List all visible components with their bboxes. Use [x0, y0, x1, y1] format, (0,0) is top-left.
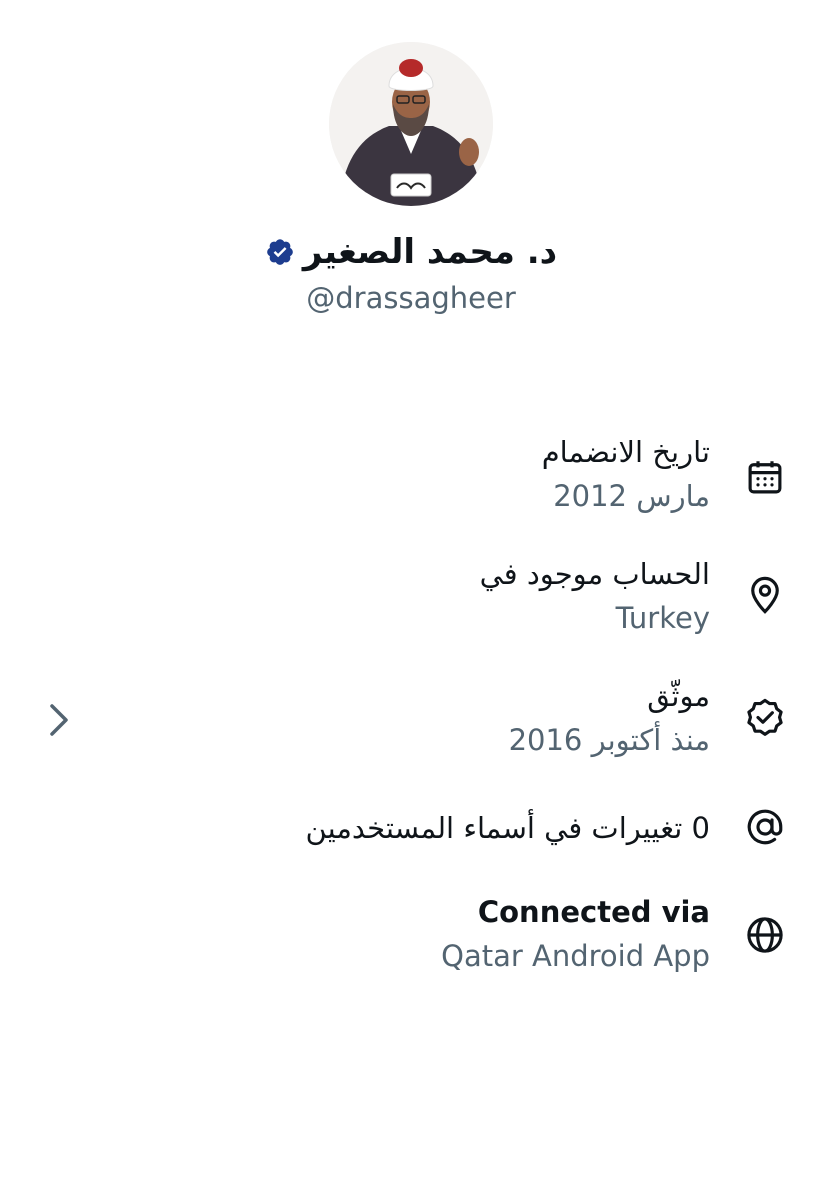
connected-via-label: Connected via [477, 895, 710, 929]
connected-via-text: Connected via Qatar Android App [441, 890, 710, 978]
globe-icon [744, 914, 786, 956]
verified-icon [744, 696, 786, 738]
avatar-logo [390, 173, 432, 197]
location-label: الحساب موجود في [479, 557, 710, 591]
avatar-photo [329, 42, 493, 206]
profile-handle: @drassagheer [306, 281, 516, 315]
verified-label: موثّق [647, 679, 710, 713]
verified-badge-icon[interactable] [265, 237, 295, 267]
location-text: الحساب موجود في Turkey [480, 552, 710, 640]
connected-via-value: Qatar Android App [441, 939, 710, 973]
join-date-text: تاريخ الانضمام مارس 2012 [542, 430, 710, 518]
username-changes-label: 0 تغييرات في أسماء المستخدمين [305, 811, 710, 845]
join-date-label: تاريخ الانضمام [541, 435, 710, 469]
info-row-location: الحساب موجود في Turkey [0, 552, 822, 642]
info-row-connected-via: Connected via Qatar Android App [0, 890, 822, 980]
info-row-join-date: تاريخ الانضمام مارس 2012 [0, 430, 822, 520]
username-changes-text: 0 تغييرات في أسماء المستخدمين [306, 806, 710, 850]
verified-text: موثّق منذ أكتوبر 2016 [509, 674, 710, 762]
at-sign-icon [744, 806, 786, 848]
profile-avatar[interactable] [329, 42, 493, 206]
verified-since-value: منذ أكتوبر 2016 [508, 723, 710, 757]
info-row-verified[interactable]: موثّق منذ أكتوبر 2016 [0, 674, 822, 768]
profile-name-row: د. محمد الصغير [0, 226, 822, 278]
location-value: Turkey [615, 601, 710, 635]
chevron-left-icon[interactable] [44, 700, 74, 740]
profile-display-name: د. محمد الصغير [302, 232, 558, 272]
info-row-username-changes: 0 تغييرات في أسماء المستخدمين [0, 806, 822, 854]
calendar-icon [744, 456, 786, 498]
join-date-value: مارس 2012 [553, 479, 710, 513]
location-pin-icon [744, 574, 786, 616]
